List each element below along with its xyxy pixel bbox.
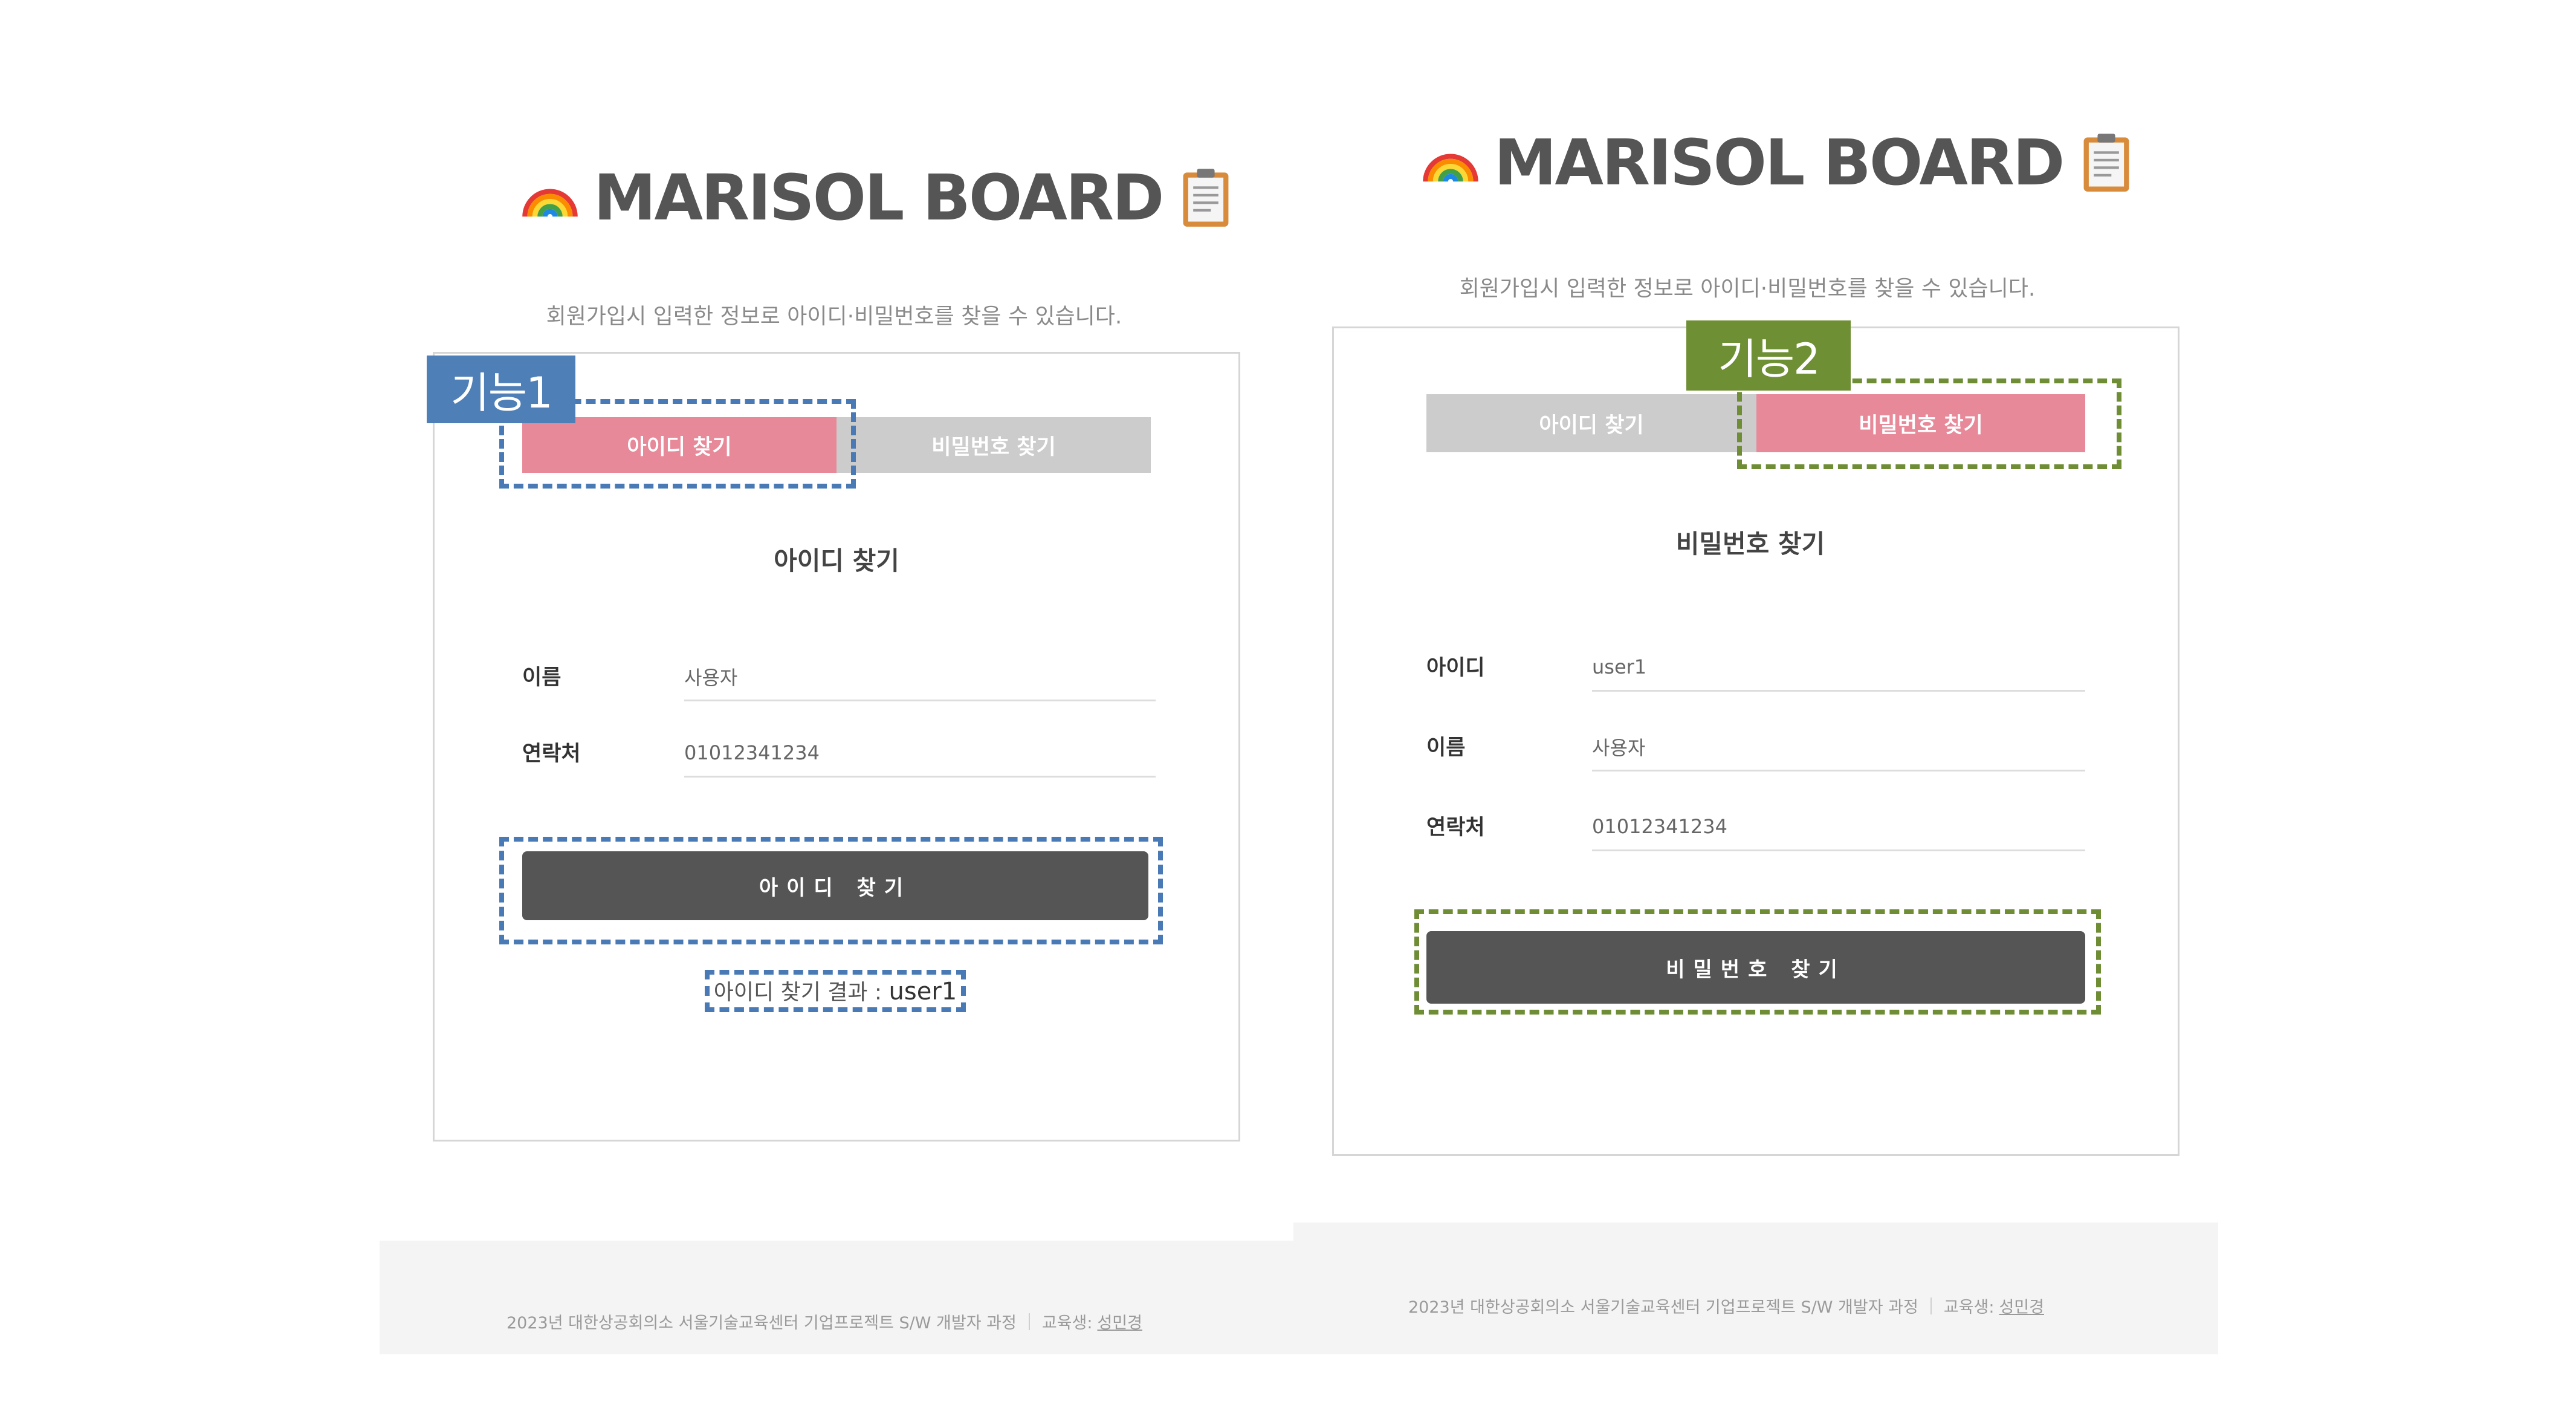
phone-input[interactable] — [684, 738, 1156, 778]
footer-divider — [1930, 1297, 1932, 1314]
result-value: user1 — [888, 978, 957, 1005]
name-label: 이름 — [1426, 736, 1466, 760]
find-id-result: 아이디 찾기 결과 : user1 — [713, 975, 957, 1006]
phone-label: 연락처 — [1426, 816, 1485, 840]
annotation-highlight-tab — [1737, 378, 2121, 469]
footer-author-prefix: 교육생: — [1943, 1298, 1995, 1317]
footer-right: 2023년 대한상공회의소 서울기술교육센터 기업프로젝트 S/W 개발자 과정… — [1408, 1294, 2044, 1317]
find-id-button[interactable]: 아이디 찾기 — [522, 851, 1148, 920]
clipboard-icon — [2080, 131, 2143, 194]
id-label: 아이디 — [1426, 656, 1485, 680]
footer-copyright: 2023년 대한상공회의소 서울기술교육센터 기업프로젝트 S/W 개발자 과정 — [1408, 1298, 1918, 1317]
brand-title: MARISOL BOARD — [1494, 126, 2065, 200]
clipboard-icon — [1179, 166, 1242, 229]
brand-logo[interactable]: MARISOL BOARD — [1419, 123, 2143, 202]
footer-author-link[interactable]: 성민경 — [1999, 1294, 2044, 1317]
footer-background-left — [380, 1241, 1298, 1354]
page-subtitle: 회원가입시 입력한 정보로 아이디·비밀번호를 찾을 수 있습니다. — [1459, 276, 2036, 301]
footer-divider — [1028, 1313, 1030, 1330]
id-input[interactable] — [1592, 652, 2085, 692]
find-password-heading: 비밀번호 찾기 — [1675, 529, 1825, 559]
footer-left: 2023년 대한상공회의소 서울기술교육센터 기업프로젝트 S/W 개발자 과정… — [506, 1310, 1142, 1333]
name-label: 이름 — [522, 666, 561, 690]
footer-author-link[interactable]: 성민경 — [1097, 1310, 1142, 1333]
result-prefix: 아이디 찾기 결과 : — [713, 980, 889, 1005]
footer-copyright: 2023년 대한상공회의소 서울기술교육센터 기업프로젝트 S/W 개발자 과정 — [506, 1314, 1017, 1333]
feature-badge-2: 기능2 — [1686, 320, 1851, 391]
find-id-heading: 아이디 찾기 — [774, 546, 899, 576]
tab-find-password[interactable]: 비밀번호 찾기 — [837, 417, 1151, 473]
brand-logo[interactable]: MARISOL BOARD — [519, 158, 1242, 237]
rainbow-icon — [1419, 131, 1482, 194]
phone-label: 연락처 — [522, 742, 581, 766]
tab-find-id[interactable]: 아이디 찾기 — [1426, 394, 1756, 452]
brand-title: MARISOL BOARD — [594, 161, 1164, 235]
phone-input[interactable] — [1592, 811, 2085, 851]
page-subtitle: 회원가입시 입력한 정보로 아이디·비밀번호를 찾을 수 있습니다. — [546, 304, 1122, 329]
rainbow-icon — [519, 166, 581, 229]
find-password-button[interactable]: 비밀번호 찾기 — [1426, 931, 2085, 1004]
feature-badge-1: 기능1 — [427, 356, 575, 423]
name-input[interactable] — [684, 661, 1156, 701]
footer-background-right — [1293, 1223, 2218, 1354]
footer-author-prefix: 교육생: — [1041, 1314, 1093, 1333]
name-input[interactable] — [1592, 732, 2085, 771]
